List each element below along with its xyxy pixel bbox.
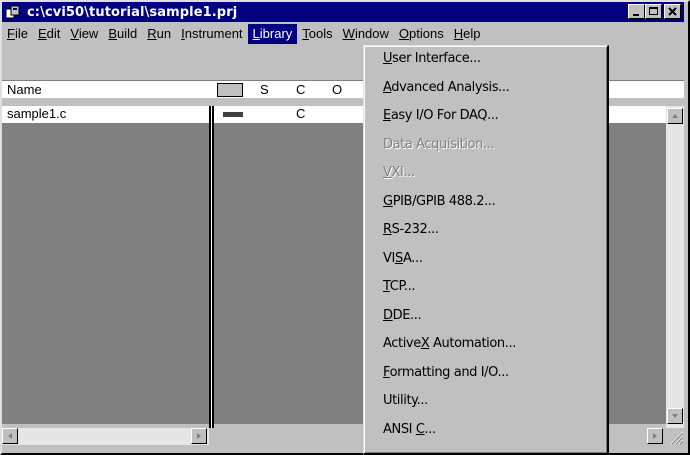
menu-item-visa[interactable]: VISA... <box>383 248 423 270</box>
s-column-header[interactable]: S <box>260 82 269 97</box>
menu-item-dde[interactable]: DDE... <box>383 305 422 327</box>
menu-item-tcp[interactable]: TCP... <box>383 276 415 298</box>
menu-build[interactable]: Build <box>103 24 142 44</box>
menu-tools[interactable]: Tools <box>297 24 337 44</box>
library-menu: User Interface... Advanced Analysis... Eas… <box>363 45 609 455</box>
menu-item-easy-i-o-for-daq[interactable]: Easy I/O For DAQ... <box>383 105 499 127</box>
resize-grip-icon[interactable] <box>666 428 684 445</box>
scroll-right-button[interactable] <box>191 428 207 444</box>
menu-item-vxi: VXI... <box>383 165 415 180</box>
horizontal-scrollbar-left[interactable] <box>2 428 209 445</box>
o-column-header[interactable]: O <box>332 82 342 97</box>
scroll-right-button-2[interactable] <box>647 428 663 444</box>
menu-window[interactable]: Window <box>338 24 394 44</box>
menu-instrument[interactable]: Instrument <box>176 24 247 44</box>
file-type-bar <box>223 112 243 117</box>
menu-item-rs-232[interactable]: RS-232... <box>383 219 439 241</box>
menu-item-formatting-and-i-o[interactable]: Formatting and I/O... <box>383 362 509 384</box>
menu-item-utility[interactable]: Utility... <box>383 390 428 412</box>
menu-item-ansi-c[interactable]: ANSI C... <box>383 419 436 441</box>
file-name: sample1.c <box>7 106 67 121</box>
menu-bar: File Edit View Build Run Instrument Library Too… <box>2 23 684 45</box>
vertical-scrollbar[interactable] <box>666 106 684 428</box>
list-empty-area-left <box>2 123 209 424</box>
menu-item-gpib-gpib-488-2[interactable]: GPIB/GPIB 488.2... <box>383 191 496 213</box>
menu-file[interactable]: File <box>2 24 33 44</box>
minimize-button[interactable] <box>628 4 645 19</box>
menu-item-user-interface[interactable]: User Interface... <box>383 48 481 70</box>
scroll-up-button[interactable] <box>667 108 683 124</box>
file-compiled-flag: C <box>296 106 306 121</box>
menu-view[interactable]: View <box>65 24 103 44</box>
menu-edit[interactable]: Edit <box>33 24 65 44</box>
name-column-header[interactable]: Name <box>7 82 42 97</box>
menu-library[interactable]: Library <box>247 24 298 44</box>
menu-item-data-acquisition: Data Acquisition... <box>383 136 495 152</box>
scroll-left-button[interactable] <box>2 428 18 444</box>
close-button[interactable] <box>664 4 681 19</box>
scroll-down-button[interactable] <box>667 408 683 424</box>
menu-item-activex-automation[interactable]: ActiveX Automation... <box>383 333 516 355</box>
header-toggle-box[interactable] <box>217 83 243 97</box>
menu-options[interactable]: Options <box>394 24 449 44</box>
menu-item-advanced-analysis[interactable]: Advanced Analysis... <box>383 77 510 99</box>
project-icon <box>5 4 23 20</box>
maximize-button[interactable] <box>645 4 662 19</box>
menu-help[interactable]: Help <box>449 24 486 44</box>
title-bar[interactable]: c:\cvi50\tutorial\sample1.prj <box>2 2 684 22</box>
menu-run[interactable]: Run <box>142 24 176 44</box>
window-title: c:\cvi50\tutorial\sample1.prj <box>27 4 238 20</box>
c-column-header[interactable]: C <box>296 82 305 97</box>
